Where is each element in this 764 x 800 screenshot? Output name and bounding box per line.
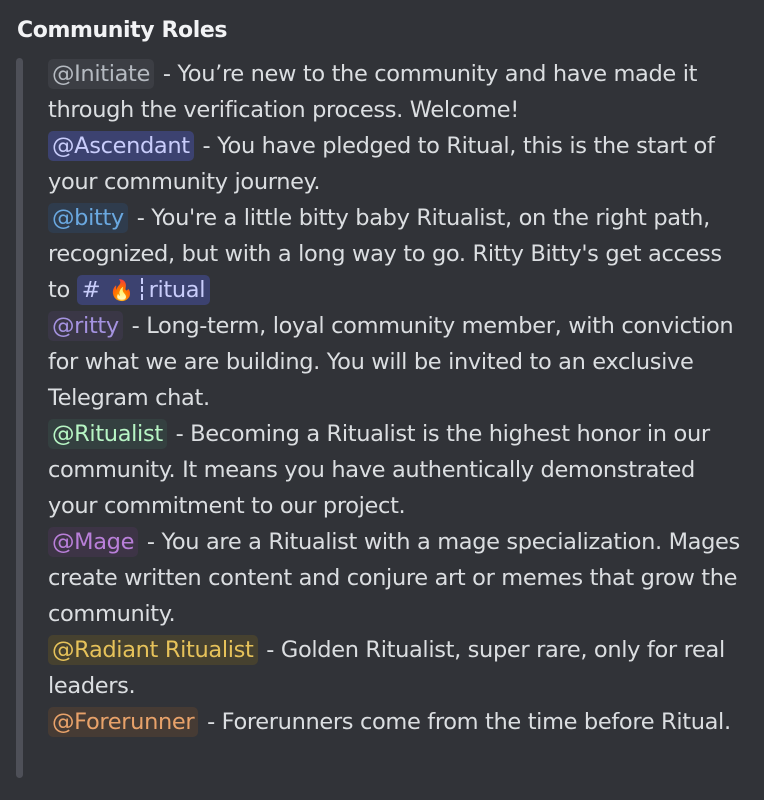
role-mention-radiant-ritualist[interactable]: @Radiant Ritualist bbox=[48, 635, 258, 665]
role-entry-ascendant: @Ascendant - You have pledged to Ritual,… bbox=[48, 128, 748, 200]
channel-hash-icon: # bbox=[81, 277, 101, 303]
role-mention-ascendant[interactable]: @Ascendant bbox=[48, 131, 194, 161]
role-entry-ritty: @ritty - Long-term, loyal community memb… bbox=[48, 308, 748, 416]
channel-link-ritual[interactable]: # 🔥 ritual bbox=[76, 275, 211, 305]
role-mention-ritty[interactable]: @ritty bbox=[48, 311, 123, 341]
role-entry-radiant-ritualist: @Radiant Ritualist - Golden Ritualist, s… bbox=[48, 632, 748, 704]
role-mention-ritualist[interactable]: @Ritualist bbox=[48, 419, 167, 449]
role-description: - Forerunners come from the time before … bbox=[200, 709, 731, 735]
role-entry-forerunner: @Forerunner - Forerunners come from the … bbox=[48, 704, 748, 740]
role-mention-bitty[interactable]: @bitty bbox=[48, 203, 128, 233]
channel-separator bbox=[140, 278, 143, 300]
role-list: @Initiate - You’re new to the community … bbox=[48, 56, 748, 740]
blockquote-bar bbox=[16, 58, 23, 778]
role-entry-initiate: @Initiate - You’re new to the community … bbox=[48, 56, 748, 128]
role-mention-initiate[interactable]: @Initiate bbox=[48, 59, 155, 89]
role-entry-mage: @Mage - You are a Ritualist with a mage … bbox=[48, 524, 748, 632]
role-entry-bitty: @bitty - You're a little bitty baby Ritu… bbox=[48, 200, 748, 308]
role-mention-mage[interactable]: @Mage bbox=[48, 527, 139, 557]
role-description: - Long-term, loyal community member, wit… bbox=[48, 313, 734, 411]
channel-name: ritual bbox=[148, 277, 206, 303]
fire-icon: 🔥 bbox=[109, 278, 134, 302]
role-mention-forerunner[interactable]: @Forerunner bbox=[48, 707, 199, 737]
role-description: - You are a Ritualist with a mage specia… bbox=[48, 529, 740, 627]
role-entry-ritualist: @Ritualist - Becoming a Ritualist is the… bbox=[48, 416, 748, 524]
section-title: Community Roles bbox=[17, 18, 228, 43]
